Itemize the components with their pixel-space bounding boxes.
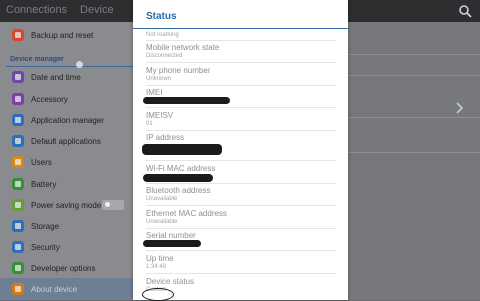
sidebar-item-battery[interactable]: Battery [0,173,133,195]
sidebar-item-label: Backup and reset [31,30,94,40]
sidebar-item-label: Storage [31,221,60,231]
sidebar-item-label: Default applications [31,136,101,146]
sidebar-item-backup-and-reset[interactable]: Backup and reset [0,24,133,46]
item-label: IP address [146,133,185,142]
power-saving-toggle[interactable] [102,200,124,210]
item-label: Mobile network state [146,43,220,52]
item-label: Ethernet MAC address [146,209,227,218]
users-icon [12,156,24,168]
status-item-ip-address: IP address [146,133,336,142]
separator [146,160,336,161]
item-label: My phone number [146,66,211,75]
power-saving-icon [12,199,24,211]
status-item-device-status: Device status Custom [146,277,336,293]
sidebar-item-storage[interactable]: Storage [0,215,133,237]
item-label: Wi-Fi MAC address [146,164,216,173]
separator [146,85,336,86]
item-value: Unavailable [146,196,178,202]
default-apps-icon [12,135,24,147]
battery-icon [12,178,24,190]
status-item-mobile-network-state: Mobile network state Disconnected [146,43,336,59]
separator [146,183,336,184]
status-item-roaming: Not roaming [146,31,336,38]
item-value: Not roaming [146,32,179,38]
item-value: Unknown [146,76,172,82]
sidebar-item-label: Battery [31,179,57,189]
tab-device[interactable]: Device [80,4,114,16]
status-item-imeisv: IMEISV 01 [146,111,336,127]
item-value: Disconnected [146,53,183,59]
sidebar-item-users[interactable]: Users [0,151,133,173]
divider [348,75,480,76]
item-label: Bluetooth address [146,186,211,195]
item-value: 01 [146,121,153,127]
separator [146,40,336,41]
developer-icon [12,262,24,274]
storage-icon [12,220,24,232]
divider [348,117,480,118]
status-item-serial-number: Serial number [146,231,336,240]
redaction-mark [142,144,222,155]
item-label: IMEISV [146,111,174,120]
sidebar-item-label: Power saving mode [31,200,102,210]
item-label: IMEI [146,88,163,97]
sidebar-item-label: Users [31,157,52,167]
sidebar-item-date-and-time[interactable]: Date and time [0,66,133,88]
item-label: Serial number [146,231,196,240]
sidebar-item-label: About device [31,284,78,294]
separator [146,62,336,63]
status-item-wifi-mac-address: Wi-Fi MAC address [146,164,336,173]
status-item-phone-number: My phone number Unknown [146,66,336,82]
status-item-bluetooth-address: Bluetooth address Unavailable [146,186,336,202]
sidebar-item-about-device[interactable]: About device [0,278,133,300]
separator [146,228,336,229]
tab-connections[interactable]: Connections [6,4,67,16]
separator [146,107,336,108]
sidebar-item-label: Application manager [31,115,104,125]
search-icon[interactable] [458,4,472,18]
redaction-mark [143,97,230,104]
sidebar-item-security[interactable]: Security [0,236,133,258]
separator [146,205,336,206]
separator [146,250,336,251]
status-item-ethernet-mac-address: Ethernet MAC address Unavailable [146,209,336,225]
divider [348,54,480,55]
divider [348,152,480,153]
item-label: Device status [146,277,195,286]
status-item-imei: IMEI [146,88,336,97]
circle-annotation [142,288,174,301]
item-label: Up time [146,254,174,263]
item-value: 1:34:49 [146,264,167,270]
status-dialog: Status Not roaming Mobile network state … [133,0,348,301]
info-icon [12,283,24,295]
sidebar-item-application-manager[interactable]: Application manager [0,109,133,131]
separator [146,273,336,274]
item-value: Unavailable [146,219,178,225]
separator [146,130,336,131]
status-item-up-time: Up time 1:34:49 [146,254,336,270]
sidebar-item-accessory[interactable]: Accessory [0,88,133,110]
redaction-mark [143,240,201,247]
accessory-icon [12,93,24,105]
clock-icon [12,71,24,83]
sidebar-item-label: Developer options [31,263,96,273]
title-divider [133,28,348,29]
chevron-right-icon[interactable] [456,102,464,114]
sidebar-item-label: Date and time [31,72,81,82]
redaction-mark [143,174,213,182]
item-value: Custom [146,287,167,293]
apps-grid-icon [12,114,24,126]
dialog-title: Status [146,11,177,22]
sidebar-item-label: Accessory [31,94,68,104]
backup-icon [12,29,24,41]
section-header-device-manager: Device manager [10,56,64,63]
security-icon [12,241,24,253]
sidebar-item-default-applications[interactable]: Default applications [0,130,133,152]
sidebar-item-developer-options[interactable]: Developer options [0,257,133,279]
sidebar-item-label: Security [31,242,60,252]
